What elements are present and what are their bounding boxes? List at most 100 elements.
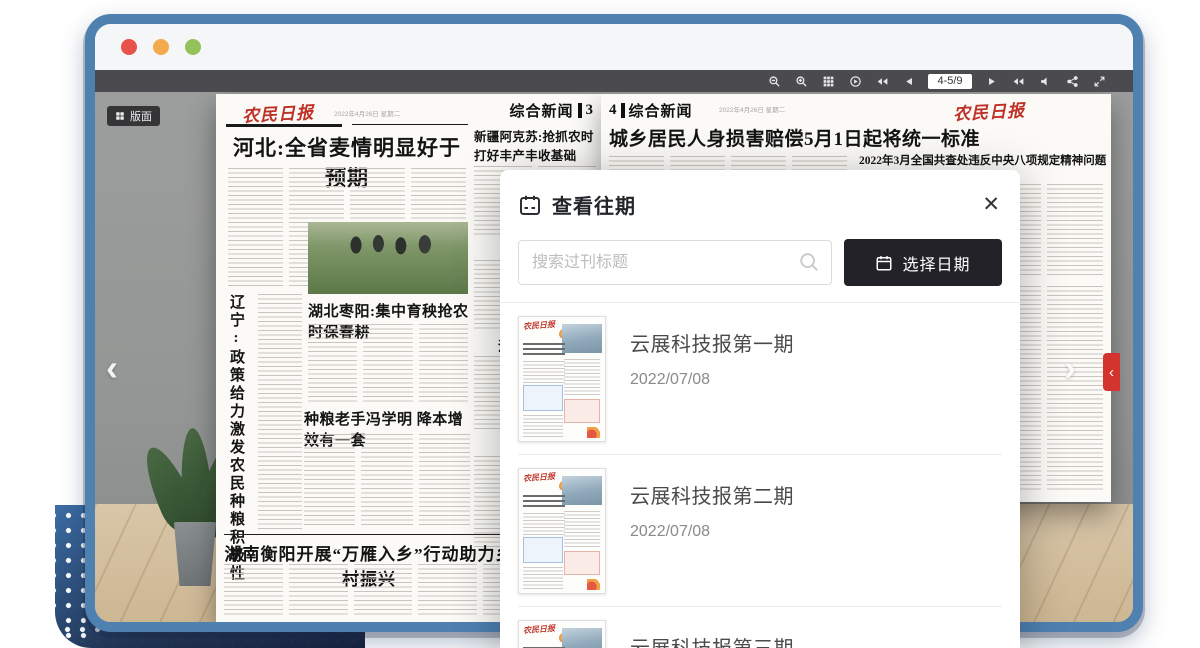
modal-title: 查看往期: [552, 190, 636, 219]
page4-date-line: 2022年4月26日 星期二: [719, 104, 785, 114]
zoom-in-icon: [795, 75, 808, 88]
thumb-photo-art: [562, 476, 602, 505]
issue-item-1[interactable]: 农民日报 云展科技报第一期 2022/07/08: [518, 303, 1002, 455]
next-page-icon: [985, 75, 998, 88]
issue-meta: 云展科技报第三期: [630, 620, 794, 648]
calendar-small-icon: [875, 254, 893, 272]
screenshot-stage: 4-5/9 版面 农民日报 2022年4月26日 星期二: [0, 0, 1200, 648]
zoom-out-icon: [768, 75, 781, 88]
thumb-headline-art: [523, 343, 565, 357]
thumb-blue-box: [523, 385, 563, 411]
reader-toolbar: 4-5/9: [95, 70, 1133, 92]
first-page-icon: [876, 75, 889, 88]
issue-date: 2022/07/08: [630, 371, 794, 389]
window-titlebar: [95, 24, 1133, 70]
close-icon[interactable]: ✕: [982, 194, 1000, 215]
thumb-lines: [523, 415, 563, 437]
side-tab-chevron-icon: ‹: [1109, 364, 1114, 381]
fullscreen-icon: [1093, 75, 1106, 88]
thumb-blue-box: [523, 537, 563, 563]
issue-item-3[interactable]: 农民日报 云展科技报第三期: [518, 607, 1002, 648]
fake-text-block: [258, 294, 302, 530]
thumbnails-button[interactable]: [820, 73, 836, 89]
page3-section-header: 综合新闻 3: [509, 100, 593, 121]
page3-section-number: 3: [586, 102, 594, 119]
issue-thumbnail: 农民日报: [518, 316, 606, 442]
prev-spread-chevron[interactable]: ‹: [106, 350, 118, 386]
fullscreen-button[interactable]: [1091, 73, 1107, 89]
thumb-photo-art: [562, 324, 602, 353]
next-page-button[interactable]: [983, 73, 999, 89]
thumb-lines: [523, 361, 565, 383]
page4-section-number: 4: [609, 102, 617, 119]
issue-meta: 云展科技报第二期 2022/07/08: [630, 468, 794, 594]
issue-item-2[interactable]: 农民日报 云展科技报第二期 2022/07/08: [518, 455, 1002, 607]
issue-title: 云展科技报第一期: [630, 328, 794, 357]
layout-grid-icon: [115, 111, 125, 121]
headline-xinjiang: 新疆阿克苏:抢抓农时打好丰产丰收基础: [474, 126, 596, 164]
prev-page-button[interactable]: [901, 73, 917, 89]
sound-button[interactable]: [1037, 73, 1053, 89]
issue-thumbnail: 农民日报: [518, 468, 606, 594]
select-date-label: 选择日期: [902, 251, 970, 275]
autoplay-icon: [849, 75, 862, 88]
zoom-in-button[interactable]: [793, 73, 809, 89]
page4-section-header: 4 综合新闻: [609, 100, 693, 121]
page-indicator: 4-5/9: [928, 74, 972, 89]
share-icon: [1066, 75, 1079, 88]
thumb-flag-art: [587, 579, 602, 590]
share-button[interactable]: [1064, 73, 1080, 89]
masthead-page3: 农民日报: [241, 98, 314, 127]
search-row: 选择日期: [500, 233, 1020, 302]
traffic-light-minimize[interactable]: [153, 39, 169, 55]
traffic-light-close[interactable]: [121, 39, 137, 55]
masthead-page4: 农民日报: [952, 96, 1025, 125]
issue-meta: 云展科技报第一期 2022/07/08: [630, 316, 794, 442]
page4-section-label: 综合新闻: [629, 100, 693, 121]
thumb-lines: [564, 511, 600, 547]
fake-text-block: [224, 564, 542, 616]
next-spread-chevron[interactable]: ›: [1064, 350, 1076, 386]
decor-dots-left: [46, 508, 88, 640]
last-page-button[interactable]: [1010, 73, 1026, 89]
fake-text-block: [308, 324, 468, 402]
thumb-flag-art: [587, 427, 602, 438]
issue-date: 2022/07/08: [630, 523, 794, 541]
thumb-red-box: [564, 399, 600, 423]
prev-page-icon: [903, 75, 916, 88]
search-input[interactable]: [518, 240, 832, 285]
layout-button-label: 版面: [130, 108, 152, 124]
thumb-lines: [523, 513, 565, 535]
thumb-lines: [564, 359, 600, 395]
sound-icon: [1039, 75, 1052, 88]
issue-title: 云展科技报第三期: [630, 632, 794, 648]
photo-tea-field: [308, 222, 468, 294]
traffic-light-zoom[interactable]: [185, 39, 201, 55]
last-page-icon: [1012, 75, 1025, 88]
section-divider-bar: [621, 103, 625, 118]
autoplay-button[interactable]: [847, 73, 863, 89]
calendar-icon: [518, 193, 542, 217]
first-page-button[interactable]: [874, 73, 890, 89]
search-box: [518, 240, 832, 285]
modal-header: 查看往期 ✕: [500, 170, 1020, 233]
issue-title: 云展科技报第二期: [630, 480, 794, 509]
thumb-masthead-art: 农民日报: [523, 471, 556, 484]
page3-section-label: 综合新闻: [509, 100, 573, 121]
page3-date-line: 2022年4月26日 星期二: [334, 108, 400, 118]
thumb-masthead-art: 农民日报: [523, 319, 556, 332]
thumb-masthead-art: 农民日报: [523, 623, 556, 636]
side-collapse-tab[interactable]: ‹: [1103, 353, 1120, 391]
past-issues-modal: 查看往期 ✕ 选择日期 农民日报: [500, 170, 1020, 648]
select-date-button[interactable]: 选择日期: [844, 239, 1002, 286]
issue-list: 农民日报 云展科技报第一期 2022/07/08: [500, 302, 1020, 648]
thumb-photo-art: [562, 628, 602, 648]
zoom-out-button[interactable]: [766, 73, 782, 89]
thumb-red-box: [564, 551, 600, 575]
headline-chengxiang: 城乡居民人身损害赔偿5月1日起将统一标准: [609, 124, 1057, 151]
search-icon: [798, 251, 820, 273]
fake-text-block: [304, 434, 470, 526]
layout-button[interactable]: 版面: [107, 106, 160, 126]
section-divider-bar: [578, 103, 582, 118]
thumb-headline-art: [523, 495, 565, 509]
